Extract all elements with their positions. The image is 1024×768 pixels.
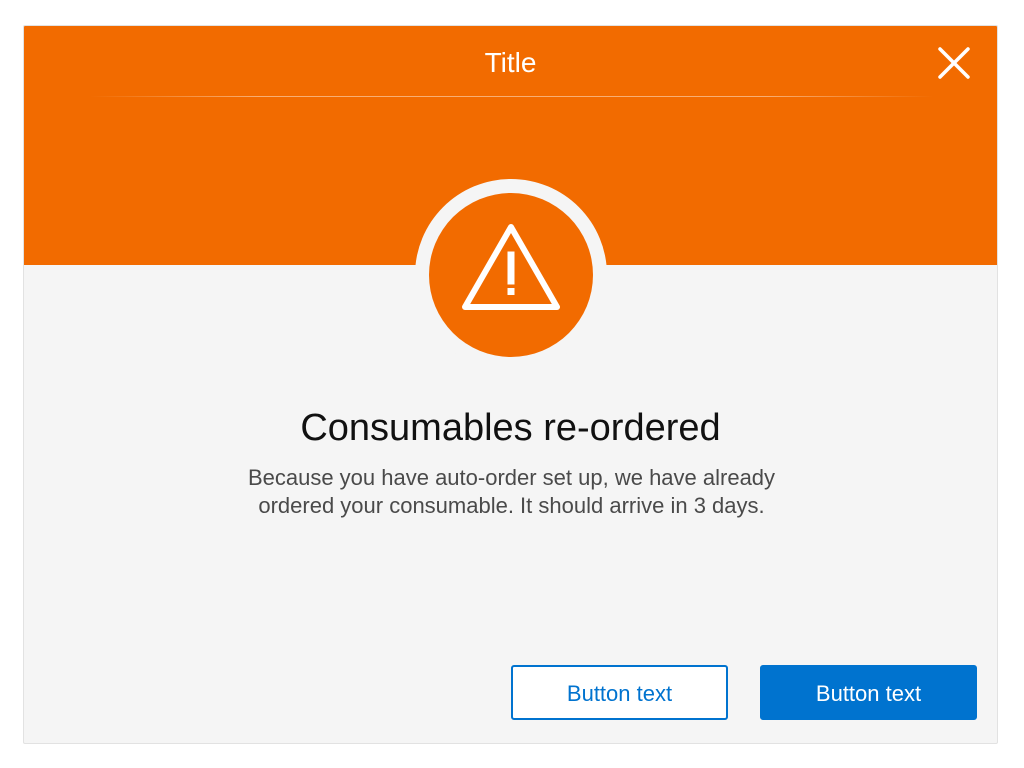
- dialog-message-line: ordered your consumable. It should arriv…: [258, 493, 765, 518]
- dialog-heading: Consumables re-ordered: [300, 407, 721, 449]
- status-badge: [429, 193, 593, 357]
- close-icon: [938, 47, 970, 79]
- dialog-message-line: Because you have auto-order set up, we h…: [247, 465, 776, 490]
- header-divider: [90, 96, 934, 97]
- alert-dialog: Title Consumables re-ordered Because you…: [23, 25, 998, 744]
- close-button[interactable]: [936, 45, 972, 81]
- secondary-button[interactable]: Button text: [511, 665, 728, 720]
- dialog-title: Title: [484, 47, 537, 78]
- primary-button[interactable]: Button text: [760, 665, 977, 720]
- warning-triangle-icon: [462, 224, 560, 310]
- dialog-message: Because you have auto-order set up, we h…: [194, 464, 829, 520]
